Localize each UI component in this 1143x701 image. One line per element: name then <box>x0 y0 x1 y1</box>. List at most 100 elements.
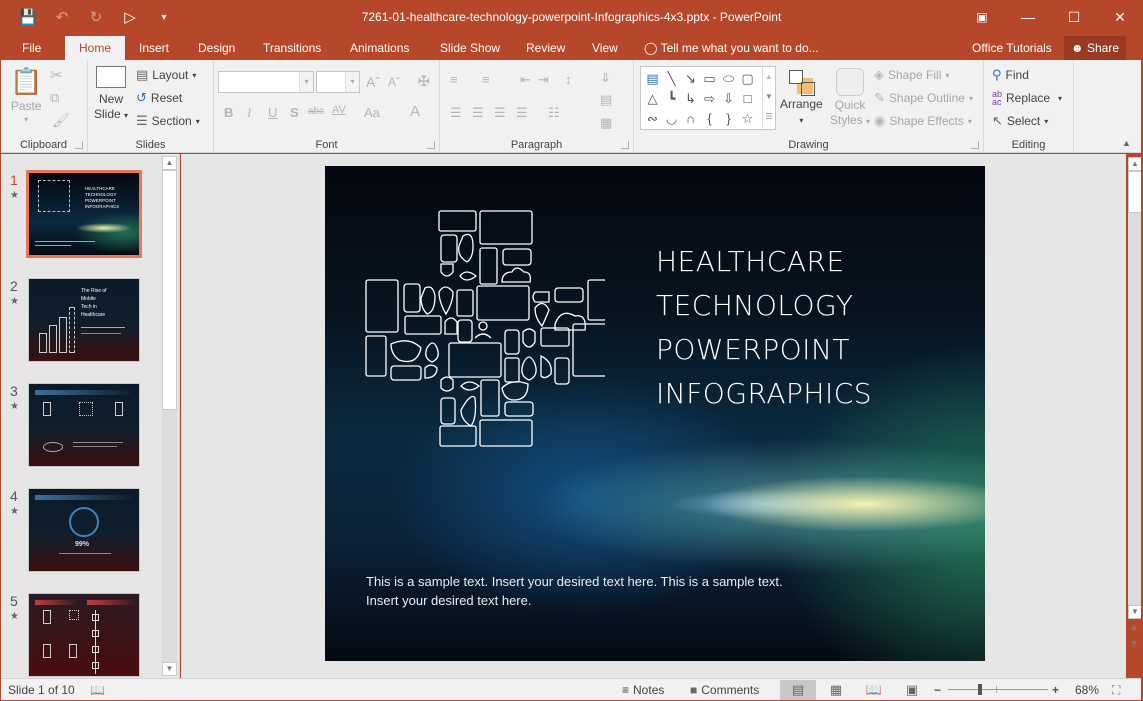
underline-button[interactable]: U <box>268 105 277 120</box>
notes-button[interactable]: ≡ Notes <box>622 679 664 701</box>
tab-animations[interactable]: Animations <box>340 36 419 60</box>
scrollbar-thumb[interactable] <box>162 170 177 410</box>
gallery-more-icon[interactable]: ☰ <box>763 107 775 127</box>
section-button[interactable]: ☰ Section ▾ <box>136 113 200 129</box>
scroll-down-icon[interactable]: ▼ <box>162 662 177 676</box>
zoom-slider-handle[interactable] <box>978 684 983 695</box>
columns-icon[interactable]: ☷ <box>548 105 560 121</box>
scroll-up-icon[interactable]: ▲ <box>1128 157 1142 171</box>
format-painter-icon[interactable]: 🖌 <box>52 112 70 129</box>
bold-button[interactable]: B <box>224 105 233 120</box>
replace-button[interactable]: ab ac Replace ▾ <box>992 90 1062 107</box>
font-size-combo[interactable]: ▾ <box>316 71 360 93</box>
arrow-line-shape-icon[interactable]: ↘ <box>681 69 700 89</box>
right-arrow-shape-icon[interactable]: ⇨ <box>700 89 719 109</box>
slide-scrollbar[interactable]: ▲ ▼ <box>1128 157 1142 619</box>
smartart-icon[interactable]: ▦ <box>600 115 612 131</box>
normal-view-button[interactable]: ▤ <box>780 680 816 700</box>
cut-icon[interactable]: ✂ <box>50 66 63 84</box>
italic-button[interactable]: I <box>247 105 251 121</box>
shadow-button[interactable]: S <box>290 105 299 120</box>
share-button[interactable]: ☻ Share <box>1064 36 1126 60</box>
fit-to-window-icon[interactable]: ⛶ <box>1112 679 1120 701</box>
text-direction-icon[interactable]: ⇓ <box>600 70 611 86</box>
triangle-shape-icon[interactable]: △ <box>643 89 662 109</box>
align-center-icon[interactable]: ☰ <box>472 105 484 121</box>
down-arrow-shape-icon[interactable]: ⇩ <box>719 89 738 109</box>
reset-button[interactable]: ↺ Reset <box>136 90 182 106</box>
dialog-launcher-icon[interactable] <box>427 141 435 149</box>
previous-slide-icon[interactable]: ▲ <box>1129 622 1139 633</box>
zoom-slider[interactable] <box>948 689 1048 690</box>
tab-view[interactable]: View <box>582 36 628 60</box>
slide-thumbnail-3[interactable] <box>28 383 140 467</box>
tab-review[interactable]: Review <box>516 36 575 60</box>
slide-sorter-button[interactable]: ▦ <box>818 680 854 700</box>
reading-view-button[interactable]: 📖 <box>856 680 892 700</box>
justify-icon[interactable]: ☰ <box>516 105 528 121</box>
clear-formatting-icon[interactable]: ✠ <box>418 73 430 90</box>
tell-me-box[interactable]: ◯ Tell me what you want to do... <box>644 36 819 60</box>
rectangle-shape-icon[interactable]: ▭ <box>700 69 719 89</box>
oval-shape-icon[interactable]: ⬭ <box>719 69 738 89</box>
text-box-shape-icon[interactable]: ▤ <box>643 69 662 89</box>
shape-fill-button[interactable]: ◈ Shape Fill ▾ <box>874 67 949 83</box>
chevron-down-icon[interactable]: ▾ <box>299 72 313 92</box>
layout-button[interactable]: ▤ Layout ▾ <box>136 67 196 83</box>
change-case-button[interactable]: Aa <box>364 105 380 120</box>
slide-thumbnail-2[interactable]: The Rise of Mobile Tech in Healthcare <box>28 278 140 362</box>
select-button[interactable]: ↖ Select ▾ <box>992 113 1048 129</box>
line-spacing-icon[interactable]: ↕ <box>565 72 572 87</box>
slide-title[interactable]: HEALTHCARE TECHNOLOGY POWERPOINT INFOGRA… <box>656 240 872 416</box>
freeform-shape-icon[interactable]: □ <box>738 89 757 109</box>
zoom-out-button[interactable]: − <box>934 679 941 701</box>
left-brace-shape-icon[interactable]: { <box>700 109 719 129</box>
new-slide-button[interactable]: New Slide ▾ <box>94 66 128 123</box>
quick-styles-button[interactable]: Quick Styles ▾ <box>830 68 870 129</box>
collapse-ribbon-icon[interactable]: ▲ <box>1122 138 1131 148</box>
paste-button[interactable]: 📋 Paste ▾ <box>10 66 42 124</box>
scroll-down-icon[interactable]: ▼ <box>1128 605 1142 619</box>
align-right-icon[interactable]: ☰ <box>494 105 506 121</box>
account-name[interactable]: Office Tutorials <box>972 36 1052 60</box>
slideshow-view-button[interactable]: ▣ <box>894 680 930 700</box>
tab-design[interactable]: Design <box>188 36 245 60</box>
slide-thumbnail-5[interactable] <box>28 593 140 677</box>
tab-insert[interactable]: Insert <box>129 36 179 60</box>
shapes-gallery[interactable]: ▤ ╲ ↘ ▭ ⬭ ▢ △ ┗ ↳ ⇨ ⇩ □ ∾ ◡ ∩ { } ☆ ▲ ▼ … <box>640 66 776 130</box>
right-brace-shape-icon[interactable]: } <box>719 109 738 129</box>
spell-check-icon[interactable]: 📖 <box>90 679 105 701</box>
tab-slideshow[interactable]: Slide Show <box>430 36 510 60</box>
dialog-launcher-icon[interactable] <box>621 141 629 149</box>
star-shape-icon[interactable]: ☆ <box>738 109 757 129</box>
dialog-launcher-icon[interactable] <box>971 141 979 149</box>
align-text-icon[interactable]: ▤ <box>600 92 612 108</box>
character-spacing-button[interactable]: AV <box>332 104 346 116</box>
slide-body-text[interactable]: This is a sample text. Insert your desir… <box>366 572 786 610</box>
scroll-up-icon[interactable]: ▲ <box>162 156 177 170</box>
current-slide[interactable]: HEALTHCARE TECHNOLOGY POWERPOINT INFOGRA… <box>325 166 985 661</box>
tab-transitions[interactable]: Transitions <box>253 36 331 60</box>
comments-button[interactable]: ■ Comments <box>690 679 759 701</box>
align-left-icon[interactable]: ☰ <box>450 105 462 121</box>
strikethrough-button[interactable]: abc <box>308 106 324 117</box>
thumbnail-scrollbar[interactable]: ▲ ▼ <box>162 156 177 676</box>
next-slide-icon[interactable]: ▼ <box>1129 639 1139 650</box>
shape-outline-button[interactable]: ✎ Shape Outline ▾ <box>874 90 973 106</box>
maximize-icon[interactable]: ☐ <box>1051 0 1097 34</box>
slide-thumbnail-4[interactable]: 99% <box>28 488 140 572</box>
tab-home[interactable]: Home <box>65 36 125 60</box>
gallery-down-icon[interactable]: ▼ <box>763 87 775 107</box>
copy-icon[interactable]: ⧉ <box>50 90 59 106</box>
shrink-font-icon[interactable]: Aˇ <box>388 75 400 89</box>
elbow-arrow-shape-icon[interactable]: ↳ <box>681 89 700 109</box>
curve-shape-icon[interactable]: ∩ <box>681 109 700 129</box>
dialog-launcher-icon[interactable] <box>75 141 83 149</box>
arc-shape-icon[interactable]: ◡ <box>662 109 681 129</box>
decrease-indent-icon[interactable]: ⇤ <box>520 72 531 88</box>
tab-file[interactable]: File <box>12 36 51 60</box>
find-button[interactable]: ⚲ Find <box>992 67 1029 83</box>
ribbon-display-options-icon[interactable]: ▣ <box>959 0 1005 34</box>
elbow-connector-shape-icon[interactable]: ┗ <box>662 89 681 109</box>
grow-font-icon[interactable]: Aˆ <box>366 74 380 90</box>
